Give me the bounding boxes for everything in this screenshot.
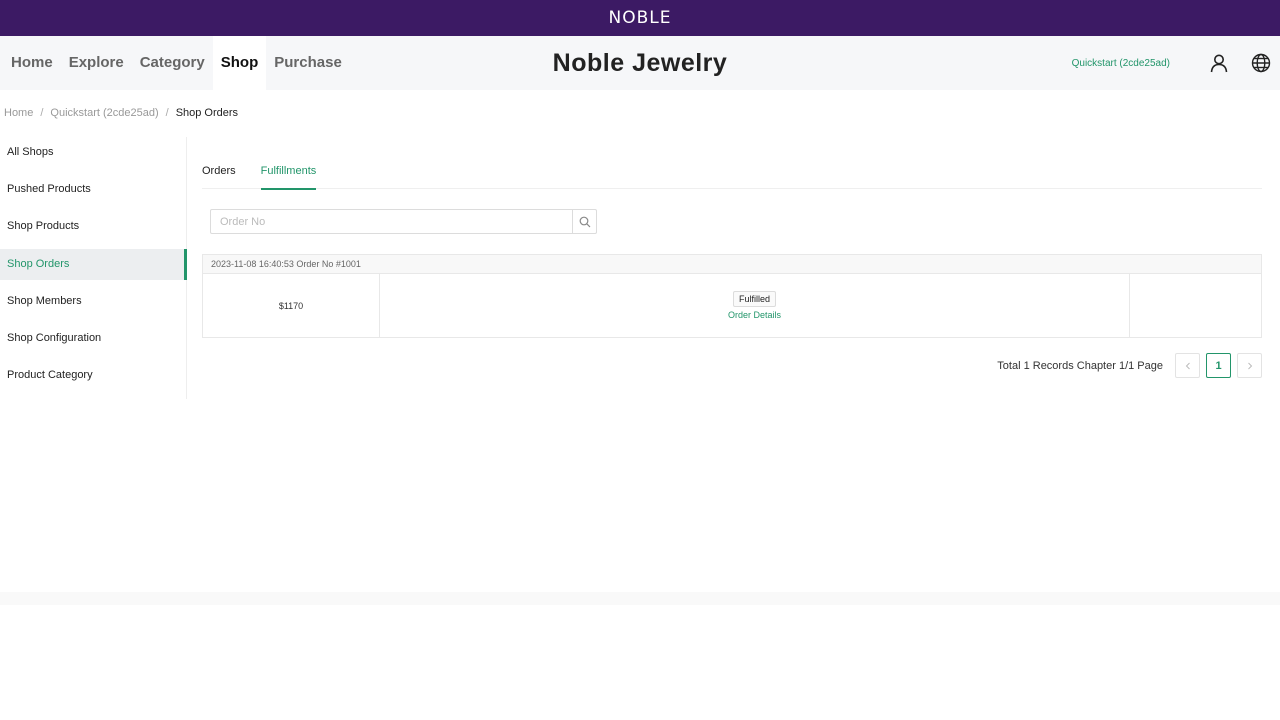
order-details-link[interactable]: Order Details [728, 310, 781, 320]
nav-item-explore[interactable]: Explore [61, 36, 132, 90]
sidebar: All Shops Pushed Products Shop Products … [0, 137, 187, 399]
status-badge: Fulfilled [732, 291, 776, 307]
sidebar-item-shop-configuration[interactable]: Shop Configuration [0, 323, 186, 354]
prev-page-button[interactable] [1175, 353, 1200, 378]
navbar-actions: Quickstart (2cde25ad) [1072, 36, 1272, 90]
order-no-input[interactable] [211, 210, 572, 233]
nav-item-purchase[interactable]: Purchase [266, 36, 350, 90]
sidebar-item-pushed-products[interactable]: Pushed Products [0, 174, 186, 205]
breadcrumb-separator: / [40, 107, 44, 119]
main-content: Orders Fulfillments 2023-11-08 16:40:53 … [202, 152, 1262, 378]
sidebar-item-product-category[interactable]: Product Category [0, 360, 186, 391]
order-card: 2023-11-08 16:40:53 Order No #1001 $1170… [202, 254, 1262, 338]
sidebar-item-shop-products[interactable]: Shop Products [0, 211, 186, 242]
chevron-left-icon [1185, 362, 1190, 369]
search-icon [579, 216, 590, 227]
breadcrumb-shop[interactable]: Quickstart (2cde25ad) [50, 107, 158, 119]
nav-item-home[interactable]: Home [0, 36, 61, 90]
order-extra-cell [1130, 274, 1261, 337]
table-row: $1170 Fulfilled Order Details [203, 274, 1261, 337]
tab-fulfillments[interactable]: Fulfillments [260, 152, 316, 190]
order-status-cell: Fulfilled Order Details [380, 274, 1130, 337]
order-amount: $1170 [203, 274, 380, 337]
pagination-summary: Total 1 Records Chapter 1/1 Page [997, 359, 1163, 372]
main-nav: Home Explore Category Shop Purchase [0, 36, 350, 90]
footer-band [0, 592, 1280, 605]
brand-logo[interactable]: NOBLE [609, 8, 672, 28]
sidebar-item-shop-members[interactable]: Shop Members [0, 286, 186, 317]
breadcrumb-current: Shop Orders [175, 107, 239, 119]
main-navbar: Home Explore Category Shop Purchase Nobl… [0, 36, 1280, 90]
globe-icon[interactable] [1250, 52, 1272, 74]
breadcrumb-separator: / [165, 107, 169, 119]
current-shop-link[interactable]: Quickstart (2cde25ad) [1072, 58, 1170, 69]
order-search [210, 209, 597, 234]
search-button[interactable] [572, 210, 596, 233]
chevron-right-icon [1247, 362, 1252, 369]
user-icon[interactable] [1208, 52, 1230, 74]
tab-orders[interactable]: Orders [202, 152, 236, 189]
order-header: 2023-11-08 16:40:53 Order No #1001 [203, 255, 1261, 274]
nav-item-category[interactable]: Category [132, 36, 213, 90]
page-button-current[interactable]: 1 [1206, 353, 1231, 378]
breadcrumb: Home / Quickstart (2cde25ad) / Shop Orde… [4, 107, 238, 119]
nav-item-shop[interactable]: Shop [212, 36, 267, 90]
sidebar-item-all-shops[interactable]: All Shops [0, 137, 186, 168]
next-page-button[interactable] [1237, 353, 1262, 378]
sidebar-item-shop-orders[interactable]: Shop Orders [0, 248, 187, 280]
breadcrumb-home[interactable]: Home [4, 107, 33, 119]
top-brand-bar: NOBLE [0, 0, 1280, 36]
pagination: Total 1 Records Chapter 1/1 Page 1 [997, 353, 1262, 378]
order-tabs: Orders Fulfillments [202, 152, 1262, 190]
